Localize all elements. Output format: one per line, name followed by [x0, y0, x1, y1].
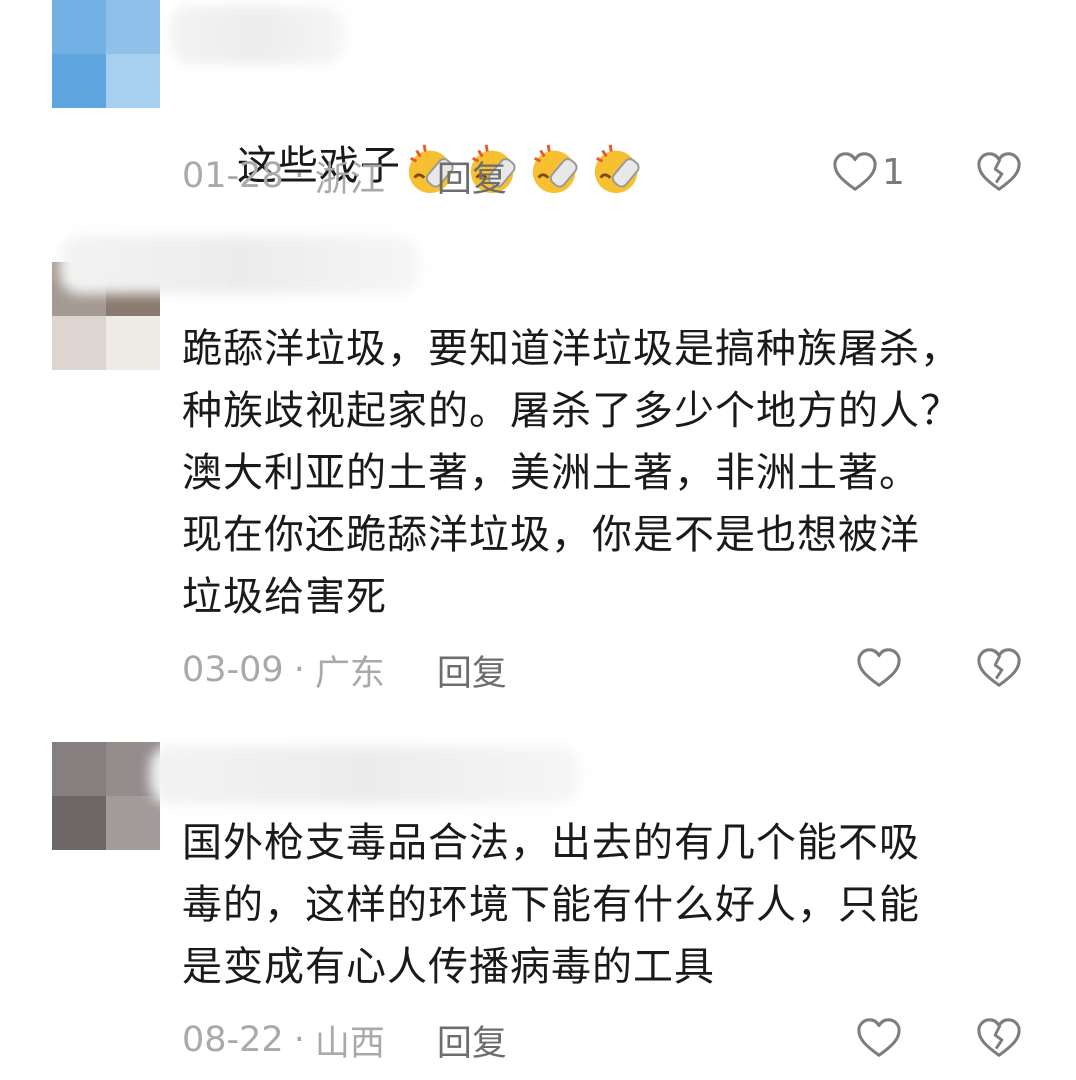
reply-button[interactable]: 回复 — [437, 1015, 507, 1066]
username-blurred[interactable] — [170, 6, 345, 64]
comment-date: 01-28 — [182, 156, 284, 196]
comment-text: 国外枪支毒品合法，出去的有几个能不吸 毒的，这样的环境下能有什么好人，只能 是变… — [182, 820, 920, 990]
reply-button[interactable]: 回复 — [437, 151, 507, 202]
comment-date: 03-09 — [182, 650, 284, 690]
meta-separator: · — [293, 650, 305, 690]
comment-meta: 01-28 · 浙江 回复 — [182, 152, 507, 200]
reply-button[interactable]: 回复 — [437, 645, 507, 696]
comment-region: 山西 — [314, 1023, 385, 1064]
like-button[interactable] — [856, 1016, 902, 1060]
heart-icon — [857, 1018, 901, 1057]
avatar[interactable] — [52, 742, 160, 850]
heart-icon — [857, 648, 901, 687]
meta-separator: · — [293, 156, 305, 196]
comment-meta: 08-22 · 山西 回复 — [182, 1016, 507, 1064]
party-popper-face-icon — [532, 144, 578, 194]
broken-heart-icon — [977, 648, 1021, 687]
dislike-button[interactable] — [976, 1016, 1022, 1064]
comment-meta: 03-09 · 广东 回复 — [182, 646, 507, 694]
dislike-button[interactable] — [976, 646, 1022, 694]
like-button[interactable]: 1 — [832, 150, 905, 194]
comment-region: 广东 — [314, 653, 385, 694]
broken-heart-icon — [977, 152, 1021, 191]
party-popper-face-icon — [594, 144, 640, 194]
heart-icon — [833, 152, 877, 191]
comment-date: 08-22 — [182, 1020, 284, 1060]
username-blurred[interactable] — [150, 746, 580, 804]
comment-text: 跪舔洋垃圾，要知道洋垃圾是搞种族屠杀， 种族歧视起家的。屠杀了多少个地方的人？ … — [182, 326, 961, 620]
broken-heart-icon — [977, 1018, 1021, 1057]
dislike-button[interactable] — [976, 150, 1022, 198]
like-button[interactable] — [856, 646, 902, 690]
meta-separator: · — [293, 1020, 305, 1060]
username-blurred[interactable] — [60, 236, 420, 294]
comment-region: 浙江 — [314, 159, 385, 200]
avatar[interactable] — [52, 0, 160, 108]
like-count: 1 — [882, 151, 905, 193]
